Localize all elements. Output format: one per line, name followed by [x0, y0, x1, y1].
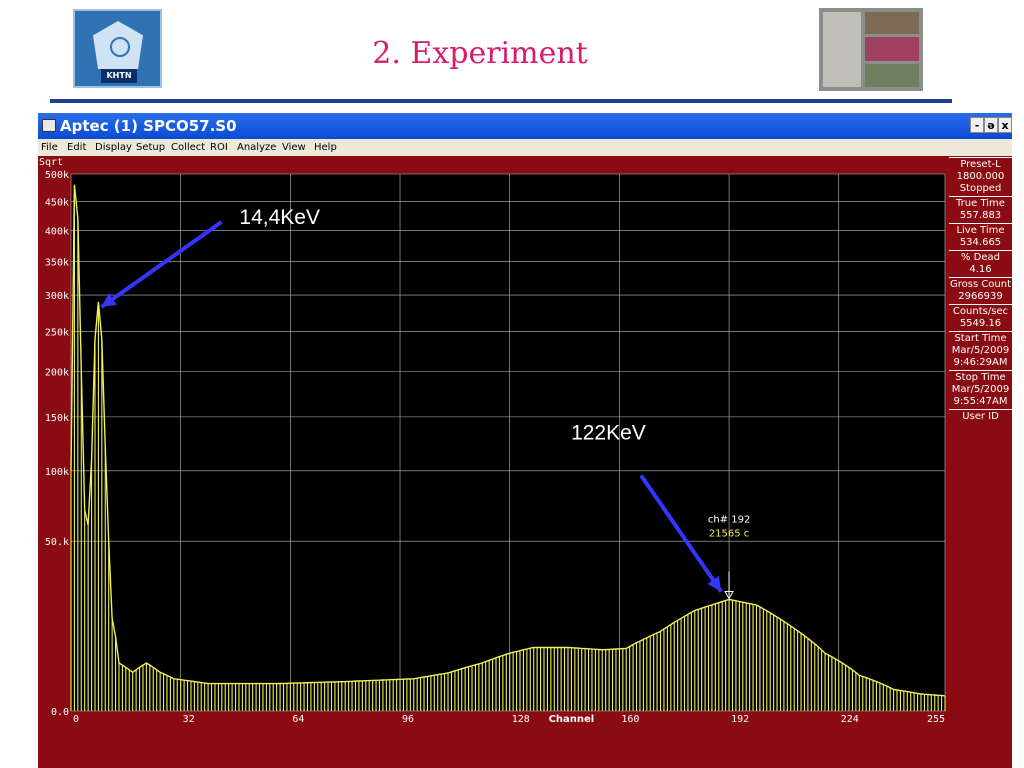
- preset-value: 1800.000: [956, 171, 1005, 182]
- campus-photo: [819, 8, 923, 91]
- dead-time-label: % Dead: [960, 252, 1000, 263]
- user-id-label: User ID: [962, 411, 999, 422]
- restore-button[interactable]: ə: [984, 117, 998, 133]
- annotation-label: 122KeV: [571, 421, 646, 444]
- stop-time-cell: Stop Time Mar/5/2009 9:55:47AM: [949, 370, 1012, 409]
- y-tick-label: 400k: [45, 227, 69, 238]
- menu-edit[interactable]: Edit: [67, 141, 86, 154]
- counts-per-sec-cell: Counts/sec 5549.16: [949, 304, 1012, 331]
- start-time-value: 9:46:29AM: [953, 357, 1008, 368]
- live-time-value: 534.665: [959, 237, 1002, 248]
- true-time-cell: True Time 557.883: [949, 196, 1012, 223]
- start-time-label: Start Time: [954, 333, 1007, 344]
- counts-per-sec-value: 5549.16: [959, 318, 1002, 329]
- y-tick-label: 350k: [45, 258, 69, 269]
- menu-file[interactable]: File: [41, 141, 58, 154]
- window-title: Aptec (1) SPCO57.S0: [60, 117, 237, 135]
- y-tick-label: 300k: [45, 291, 69, 302]
- user-id-cell: User ID: [949, 409, 1012, 424]
- preset-cell: Preset-L 1800.000 Stopped: [949, 157, 1012, 196]
- y-tick-label: 0.0: [51, 707, 69, 718]
- menu-roi[interactable]: ROI: [210, 141, 228, 154]
- menu-setup[interactable]: Setup: [136, 141, 165, 154]
- y-scale-label: Sqrt: [39, 157, 64, 168]
- menu-display[interactable]: Display: [95, 141, 132, 154]
- dead-time-value: 4.16: [969, 264, 992, 275]
- logo-text: KHTN: [101, 69, 137, 83]
- university-logo: KHTN: [73, 9, 162, 88]
- live-time-label: Live Time: [956, 225, 1005, 236]
- gross-count-value: 2966939: [958, 291, 1003, 302]
- photo-panel-top: [865, 12, 919, 34]
- window-titlebar[interactable]: Aptec (1) SPCO57.S0 - ə x: [38, 113, 1012, 139]
- start-date-value: Mar/5/2009: [951, 345, 1010, 356]
- y-tick-label: 500k: [45, 170, 69, 181]
- acquisition-state: Stopped: [959, 183, 1002, 194]
- preset-label: Preset-L: [960, 159, 1001, 170]
- y-tick-label: 250k: [45, 327, 69, 338]
- cursor-count-label: 21565 c: [709, 528, 750, 539]
- photo-building: [823, 12, 861, 87]
- slide-title: 2. Experiment: [372, 36, 588, 71]
- gross-count-label: Gross Count: [949, 279, 1012, 290]
- header-rule: [50, 99, 952, 103]
- y-tick-label: 100k: [45, 467, 69, 478]
- menu-analyze[interactable]: Analyze: [237, 141, 276, 154]
- plot-background: [71, 174, 945, 711]
- y-tick-label: 50.k: [45, 537, 69, 548]
- annotation-label: 14,4KeV: [239, 206, 320, 229]
- dead-time-cell: % Dead 4.16: [949, 250, 1012, 277]
- y-tick-label: 450k: [45, 198, 69, 209]
- y-tick-label: 200k: [45, 367, 69, 378]
- spectrum-chart[interactable]: 500k 450k 400k 350k 300k 250k 200k 150k 100k 50.k…: [38, 156, 948, 726]
- start-time-cell: Start Time Mar/5/2009 9:46:29AM: [949, 331, 1012, 370]
- gross-count-cell: Gross Count 2966939: [949, 277, 1012, 304]
- y-tick-label: 150k: [45, 413, 69, 424]
- status-panel: Preset-L 1800.000 Stopped True Time 557.…: [949, 157, 1012, 424]
- photo-panel-bottom: [865, 64, 919, 87]
- spectrum-app-icon: [42, 119, 56, 132]
- aptec-window: Aptec (1) SPCO57.S0 - ə x File Edit Disp…: [38, 113, 1012, 768]
- menu-bar: File Edit Display Setup Collect ROI Anal…: [38, 139, 1012, 156]
- menu-help[interactable]: Help: [314, 141, 337, 154]
- close-button[interactable]: x: [998, 117, 1012, 133]
- menu-view[interactable]: View: [282, 141, 306, 154]
- atom-icon: [110, 37, 130, 57]
- spectrum-plot-area[interactable]: 500k 450k 400k 350k 300k 250k 200k 150k 100k 50.k…: [38, 156, 948, 726]
- true-time-label: True Time: [956, 198, 1005, 209]
- menu-collect[interactable]: Collect: [171, 141, 205, 154]
- counts-per-sec-label: Counts/sec: [952, 306, 1009, 317]
- true-time-value: 557.883: [959, 210, 1002, 221]
- window-bottom-bar: [38, 723, 1012, 768]
- stop-time-value: 9:55:47AM: [953, 396, 1008, 407]
- minimize-button[interactable]: -: [970, 117, 984, 133]
- cursor-channel-label: ch# 192: [708, 514, 750, 525]
- stop-time-label: Stop Time: [955, 372, 1006, 383]
- live-time-cell: Live Time 534.665: [949, 223, 1012, 250]
- stop-date-value: Mar/5/2009: [951, 384, 1010, 395]
- photo-panel-middle: [865, 37, 919, 61]
